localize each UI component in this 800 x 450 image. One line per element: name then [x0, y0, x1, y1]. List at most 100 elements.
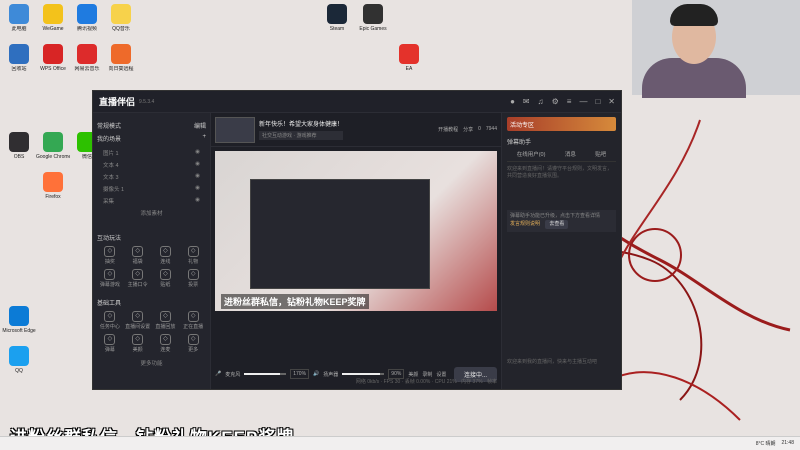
share-button[interactable]: 分享	[463, 126, 473, 133]
tool-label: 贴纸	[160, 282, 171, 288]
mode-dropdown[interactable]: 常规模式	[97, 121, 121, 130]
scene-label: 图片 1	[103, 151, 119, 157]
desktop-icon[interactable]: Microsoft Edge	[2, 306, 36, 334]
desktop-icon[interactable]: QQ音乐	[104, 4, 138, 32]
interactive-section-title: 互动玩法	[97, 236, 122, 242]
scene-item[interactable]: 采集 ◉	[97, 195, 206, 207]
headset-icon[interactable]: ♫	[538, 97, 544, 106]
desktop-icon[interactable]: 回收站	[2, 44, 36, 72]
eye-icon[interactable]: ◉	[195, 173, 200, 181]
tool-label: 抽奖	[104, 259, 115, 265]
app-icon	[399, 44, 419, 64]
tool-button[interactable]: ◇ 直播回放	[153, 311, 179, 330]
clock[interactable]: 21:48	[781, 440, 794, 447]
beauty-button[interactable]: 美颜	[408, 371, 418, 378]
desktop-icon-label: WeGame	[42, 26, 64, 32]
weather-widget[interactable]: 8°C 晴朗	[756, 440, 776, 447]
app-icon	[9, 306, 29, 326]
tool-label: 弹幕游戏	[99, 282, 120, 288]
tool-icon: ◇	[159, 311, 171, 322]
desktop-icon[interactable]: 网易云音乐	[70, 44, 104, 72]
desktop-icon[interactable]: Firefox	[36, 172, 70, 200]
scene-item[interactable]: 图片 1 ◉	[97, 147, 206, 159]
tool-button[interactable]: ◇ 福袋	[125, 246, 151, 265]
tool-button[interactable]: ◇ 礼物	[180, 246, 206, 265]
tool-button[interactable]: ◇ 任务中心	[97, 311, 123, 330]
desktop-icon-label: Microsoft Edge	[2, 328, 36, 334]
tool-icon: ◇	[187, 246, 199, 257]
chat-footer: 欢迎来到我的直播间，快来与主播互动吧	[507, 359, 598, 365]
tab-forum[interactable]: 贴吧	[595, 150, 606, 158]
scene-item[interactable]: 文本 4 ◉	[97, 159, 206, 171]
desktop-icon[interactable]: WPS Office	[36, 44, 70, 72]
desktop-icon[interactable]: Steam	[320, 4, 354, 32]
tool-label: 任务中心	[99, 324, 120, 330]
app-version: 9.5.3.4	[139, 98, 155, 105]
add-source-button[interactable]: 添加素材	[140, 209, 162, 217]
close-button[interactable]: ✕	[608, 97, 615, 106]
app-icon	[77, 44, 97, 64]
mic-icon[interactable]: 🎤	[215, 371, 221, 377]
app-icon	[111, 4, 131, 24]
desktop-icon[interactable]: Google Chrome	[36, 132, 70, 160]
speaker-icon[interactable]: 🔊	[313, 371, 319, 377]
tool-button[interactable]: ◇ 直播间设置	[125, 311, 151, 330]
tool-button[interactable]: ◇ 投票	[180, 269, 206, 288]
record-button[interactable]: 录制	[422, 371, 432, 378]
tab-messages[interactable]: 消息	[565, 150, 576, 158]
tool-button[interactable]: ◇ 连麦	[153, 334, 179, 353]
tip-view-button[interactable]: 去查看	[545, 220, 569, 229]
stream-cover-thumbnail[interactable]	[215, 116, 255, 143]
desktop-icon[interactable]: Epic Games	[356, 4, 390, 32]
edit-button[interactable]: 编辑	[194, 121, 206, 130]
desktop-icon[interactable]: QQ	[2, 346, 36, 374]
avatar[interactable]: ●	[510, 97, 515, 106]
tool-button[interactable]: ◇ 连线	[153, 246, 179, 265]
desktop-icon[interactable]: WeGame	[36, 4, 70, 32]
scene-item[interactable]: 文本 3 ◉	[97, 171, 206, 183]
scene-label: 采集	[103, 199, 115, 205]
settings-icon[interactable]: ⚙	[552, 97, 559, 106]
maximize-button[interactable]: □	[595, 97, 600, 106]
tool-button[interactable]: ◇ 更多	[180, 334, 206, 353]
speaker-slider[interactable]	[342, 373, 385, 375]
desktop-icon[interactable]: OBS	[2, 132, 36, 160]
tool-label: 直播间设置	[125, 324, 151, 330]
desktop-icon-label: Firefox	[45, 194, 61, 200]
viewers-count: 7944	[485, 126, 497, 132]
settings-button[interactable]: 设置	[436, 371, 446, 378]
tool-button[interactable]: ◇ 抽奖	[97, 246, 123, 265]
eye-icon[interactable]: ◉	[195, 197, 200, 205]
scene-item[interactable]: 摄像头 1 ◉	[97, 183, 206, 195]
activity-banner[interactable]: 活动专区	[507, 117, 616, 131]
tool-icon: ◇	[132, 269, 144, 280]
tool-button[interactable]: ◇ 美颜	[125, 334, 151, 353]
eye-icon[interactable]: ◉	[195, 185, 200, 193]
tool-button[interactable]: ◇ 弹幕	[97, 334, 123, 353]
desktop-icon[interactable]: 腾讯视频	[70, 4, 104, 32]
tool-button[interactable]: ◇ 主播口令	[125, 269, 151, 288]
desktop-icon[interactable]: 此电脑	[2, 4, 36, 32]
stream-title[interactable]: 新年快乐！希望大家身体健康！	[259, 119, 343, 128]
eye-icon[interactable]: ◉	[195, 161, 200, 169]
tutorial-link[interactable]: 开播教程	[438, 126, 458, 133]
tool-button[interactable]: ◇ 贴纸	[153, 269, 179, 288]
app-icon	[9, 4, 29, 24]
minimize-button[interactable]: —	[579, 97, 587, 106]
desktop-icon[interactable]: EA	[392, 44, 426, 72]
desktop-icon[interactable]: 向日葵远程	[104, 44, 138, 72]
tool-button[interactable]: ◇ 正在直播	[180, 311, 206, 330]
eye-icon[interactable]: ◉	[195, 149, 200, 157]
stream-category[interactable]: 社交互动游戏 · 游戏推荐	[259, 131, 344, 140]
tab-online-users[interactable]: 在线用户(0)	[517, 150, 546, 158]
mic-slider[interactable]	[244, 373, 287, 375]
desktop-icon-label: 网易云音乐	[74, 66, 100, 72]
notification-icon[interactable]: ✉	[523, 97, 530, 106]
add-scene-icon[interactable]: +	[202, 134, 206, 143]
tool-button[interactable]: ◇ 弹幕游戏	[97, 269, 123, 288]
stream-preview[interactable]: 进粉丝群私信，钻粉礼物KEEP奖牌	[215, 151, 497, 311]
menu-icon[interactable]: ≡	[567, 97, 572, 106]
app-logo: 直播伴侣	[99, 97, 136, 107]
more-features-button[interactable]: 更多功能	[140, 359, 162, 367]
tool-icon: ◇	[187, 334, 199, 345]
